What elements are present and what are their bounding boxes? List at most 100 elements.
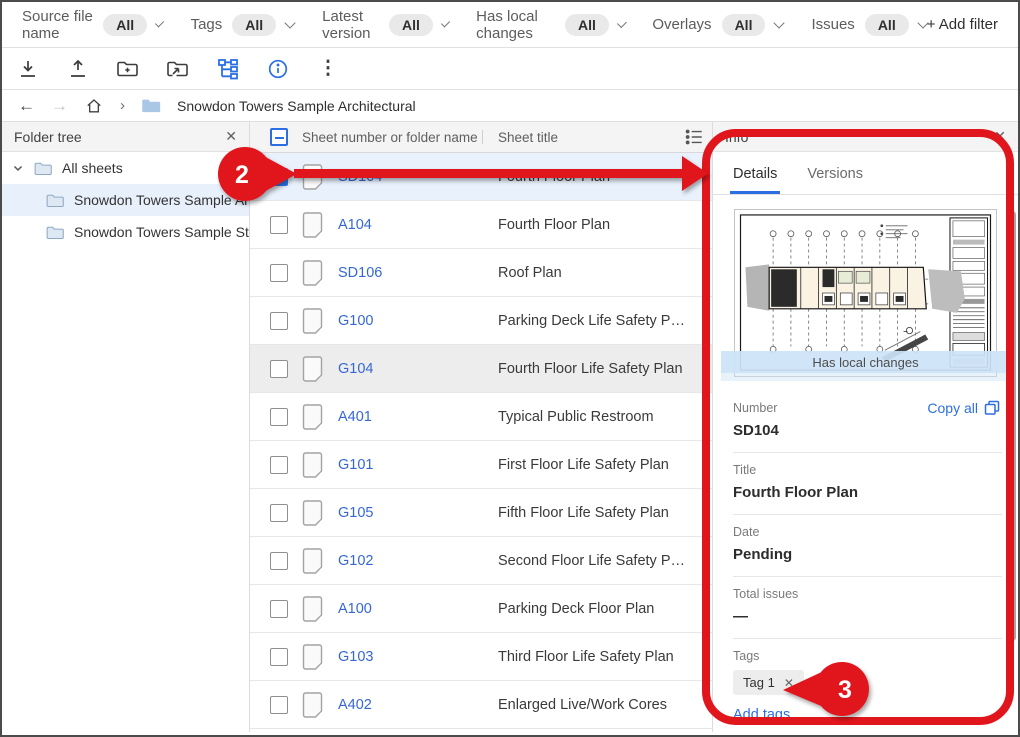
add-tags-link[interactable]: Add tags: [733, 707, 790, 723]
table-row[interactable]: G100 Parking Deck Life Safety P…: [250, 297, 712, 345]
column-header-title[interactable]: Sheet title: [498, 130, 558, 145]
table-row[interactable]: A100 Parking Deck Floor Plan: [250, 585, 712, 633]
column-settings-icon[interactable]: [684, 127, 704, 150]
forward-arrow-icon[interactable]: →: [51, 97, 68, 114]
close-icon[interactable]: ✕: [225, 128, 237, 145]
chevron-down-icon[interactable]: [12, 162, 24, 174]
row-checkbox[interactable]: [270, 360, 288, 378]
row-checkbox[interactable]: [270, 216, 288, 234]
folder-tree-title: Folder tree: [14, 129, 82, 145]
table-row[interactable]: G102 Second Floor Life Safety P…: [250, 537, 712, 585]
filter-value-pill[interactable]: All: [865, 14, 909, 36]
move-to-folder-icon[interactable]: [164, 55, 192, 83]
table-row[interactable]: G105 Fifth Floor Life Safety Plan: [250, 489, 712, 537]
folder-icon: [46, 193, 64, 208]
tree-item-folder[interactable]: Snowdon Towers Sample Stru: [2, 216, 249, 248]
info-panel: Info ✕ DetailsVersions: [712, 122, 1018, 732]
row-checkbox[interactable]: [270, 504, 288, 522]
tree-item-all-sheets[interactable]: All sheets: [2, 152, 249, 184]
filter-value-pill[interactable]: All: [232, 14, 276, 36]
column-divider: [482, 130, 483, 144]
remove-tag-icon[interactable]: ✕: [784, 676, 794, 690]
field-label: Total issues: [733, 587, 998, 601]
row-checkbox[interactable]: [270, 696, 288, 714]
tags-label: Tags: [733, 649, 998, 663]
upload-icon[interactable]: [64, 55, 92, 83]
table-row[interactable]: A104 Fourth Floor Plan: [250, 201, 712, 249]
row-checkbox[interactable]: [270, 312, 288, 330]
row-checkbox[interactable]: [270, 456, 288, 474]
table-row[interactable]: A402 Enlarged Live/Work Cores: [250, 681, 712, 729]
info-icon[interactable]: [264, 55, 292, 83]
row-checkbox[interactable]: [270, 168, 288, 186]
tree-item-folder[interactable]: Snowdon Towers Sample Arc: [2, 184, 249, 216]
chevron-down-icon: [155, 18, 165, 28]
row-checkbox[interactable]: [270, 264, 288, 282]
breadcrumb-folder-name[interactable]: Snowdon Towers Sample Architectural: [177, 98, 416, 114]
download-icon[interactable]: [14, 55, 42, 83]
filter-control[interactable]: Issues All: [811, 14, 926, 36]
row-checkbox[interactable]: [270, 408, 288, 426]
back-arrow-icon[interactable]: ←: [18, 97, 35, 114]
filter-value-pill[interactable]: All: [389, 14, 433, 36]
sheet-number-link[interactable]: G102: [338, 553, 373, 569]
tree-item-label: All sheets: [62, 160, 123, 176]
filter-control[interactable]: Tags All: [191, 14, 295, 36]
filter-label: Issues: [811, 16, 854, 33]
sheet-hierarchy-icon[interactable]: [214, 55, 242, 83]
sheet-thumbnail[interactable]: Has local changes: [734, 209, 997, 377]
info-scrollbar[interactable]: [1009, 211, 1016, 641]
field-label: Date: [733, 525, 998, 539]
tags-section: Tags Tag 1 ✕ Add tags: [713, 639, 1018, 732]
filter-value-pill[interactable]: All: [103, 14, 147, 36]
sheet-number-link[interactable]: G105: [338, 505, 373, 521]
filter-bar: Source file name All Tags All Latest ver…: [2, 2, 1018, 48]
table-scrollbar[interactable]: [702, 214, 709, 654]
sheet-number-link[interactable]: A104: [338, 217, 372, 233]
select-all-checkbox[interactable]: [270, 128, 288, 146]
filter-control[interactable]: Latest version All: [322, 8, 448, 42]
sheet-number-link[interactable]: A402: [338, 697, 372, 713]
sheet-number-link[interactable]: A401: [338, 409, 372, 425]
table-row[interactable]: G101 First Floor Life Safety Plan: [250, 441, 712, 489]
column-header-name[interactable]: Sheet number or folder name: [302, 130, 478, 145]
sheet-number-link[interactable]: G100: [338, 313, 373, 329]
tree-item-label: Snowdon Towers Sample Arc: [74, 192, 249, 208]
table-row[interactable]: G104 Fourth Floor Life Safety Plan: [250, 345, 712, 393]
sheet-number-link[interactable]: A100: [338, 601, 372, 617]
sheet-number-link[interactable]: SD104: [338, 169, 382, 185]
sheet-number-link[interactable]: G104: [338, 361, 373, 377]
close-icon[interactable]: ✕: [994, 128, 1006, 145]
filter-control[interactable]: Overlays All: [652, 14, 783, 36]
row-checkbox[interactable]: [270, 648, 288, 666]
filter-value-pill[interactable]: All: [565, 14, 609, 36]
table-row[interactable]: G103 Third Floor Life Safety Plan: [250, 633, 712, 681]
home-icon[interactable]: [84, 96, 104, 116]
filter-control[interactable]: Has local changes All: [476, 8, 624, 42]
folder-icon: [46, 225, 64, 240]
sheet-title: Parking Deck Floor Plan: [498, 601, 654, 617]
row-checkbox[interactable]: [270, 600, 288, 618]
add-filter-button[interactable]: + Add filter: [927, 16, 998, 33]
sheet-table: Sheet number or folder name Sheet title …: [250, 122, 712, 732]
sheet-number-link[interactable]: G101: [338, 457, 373, 473]
table-row[interactable]: A401 Typical Public Restroom: [250, 393, 712, 441]
field-label: Title: [733, 463, 998, 477]
folder-icon: [141, 97, 161, 114]
sheet-number-link[interactable]: G103: [338, 649, 373, 665]
tag-chip[interactable]: Tag 1 ✕: [733, 670, 804, 695]
filter-value-pill[interactable]: All: [722, 14, 766, 36]
row-checkbox[interactable]: [270, 552, 288, 570]
more-options-icon[interactable]: ⋮: [314, 55, 342, 83]
sheet-number-link[interactable]: SD106: [338, 265, 382, 281]
sheet-icon: [302, 548, 323, 574]
info-tab[interactable]: Versions: [807, 166, 863, 194]
new-folder-icon[interactable]: [114, 55, 142, 83]
table-row[interactable]: SD106 Roof Plan: [250, 249, 712, 297]
copy-all-button[interactable]: Copy all: [927, 400, 1000, 416]
table-row[interactable]: SD104 Fourth Floor Plan: [250, 153, 712, 201]
info-tab[interactable]: Details: [733, 166, 777, 194]
chevron-down-icon: [617, 18, 627, 28]
filter-control[interactable]: Source file name All: [22, 8, 163, 42]
detail-field: Title Fourth Floor Plan: [713, 453, 1018, 514]
